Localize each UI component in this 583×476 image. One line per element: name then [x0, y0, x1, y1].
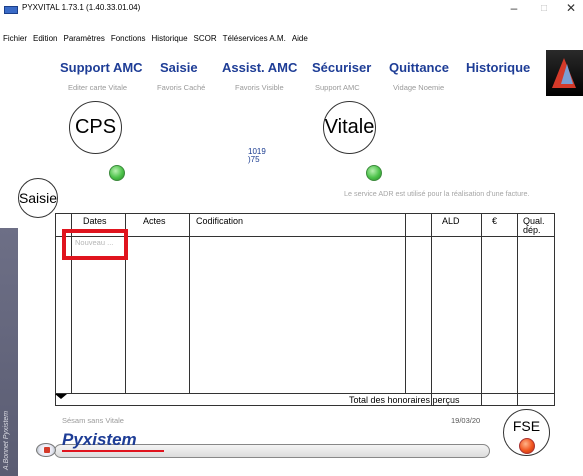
maximize-button[interactable]: □	[533, 3, 555, 14]
total-divider	[56, 393, 554, 394]
menu-fonctions[interactable]: Fonctions	[108, 34, 149, 48]
nav-quittance[interactable]: Quittance	[389, 60, 449, 75]
vitale-button[interactable]: Vitale	[323, 101, 376, 154]
menu-aide[interactable]: Aide	[289, 34, 311, 48]
menu-edition[interactable]: Edition	[30, 34, 60, 48]
nav-securiser[interactable]: Sécuriser	[312, 60, 371, 75]
cps-button[interactable]: CPS	[69, 101, 122, 154]
nav-assist-amc[interactable]: Assist. AMC	[222, 60, 297, 75]
sesam-status: Sésam sans Vitale	[62, 416, 124, 425]
title-bar: PYXVITAL 1.73.1 (1.40.33.01.04) – □ ✕	[0, 0, 583, 32]
header-codification[interactable]: Codification	[196, 217, 243, 226]
menu-bar: Fichier Edition Paramètres Fonctions His…	[0, 34, 311, 48]
current-date: 19/03/20	[451, 416, 481, 425]
menu-fichier[interactable]: Fichier	[0, 34, 30, 48]
col-divider	[517, 214, 518, 405]
brand-name: Pyxistem	[62, 430, 137, 449]
fse-button[interactable]: FSE	[503, 409, 550, 456]
vitale-status-led	[366, 165, 382, 181]
saisie-button[interactable]: Saisie	[18, 178, 58, 218]
window-title: PYXVITAL 1.73.1 (1.40.33.01.04)	[22, 3, 141, 12]
nav-saisie[interactable]: Saisie	[160, 60, 198, 75]
col-divider	[481, 214, 482, 405]
header-dates[interactable]: Dates	[83, 217, 107, 226]
header-ald[interactable]: ALD	[442, 217, 460, 226]
sub-favoris-cache[interactable]: Favoris Caché	[157, 83, 205, 92]
highlight-box	[62, 229, 128, 260]
nav-support-amc[interactable]: Support AMC	[60, 60, 143, 75]
menu-historique[interactable]: Historique	[149, 34, 191, 48]
menu-parametres[interactable]: Paramètres	[60, 34, 107, 48]
app-icon	[4, 6, 18, 14]
close-button[interactable]: ✕	[560, 1, 582, 15]
col-divider	[189, 214, 190, 393]
nav-historique[interactable]: Historique	[466, 60, 530, 75]
acts-table: Dates Actes Codification ALD € Qual. dép…	[55, 213, 555, 406]
sub-favoris-visible[interactable]: Favoris Visible	[235, 83, 284, 92]
table-header: Dates Actes Codification ALD € Qual. dép…	[56, 214, 554, 237]
col-divider	[431, 214, 432, 405]
toolbar: Support AMC Saisie Assist. AMC Sécuriser…	[0, 50, 583, 105]
header-euro[interactable]: €	[492, 217, 497, 226]
side-text: A.Bonnet Pyxistem	[3, 410, 10, 470]
practitioner-code: 1019 )75	[248, 148, 266, 164]
fse-label: FSE	[512, 418, 541, 434]
adr-message: Le service ADR est utilisé pour la réali…	[344, 189, 530, 198]
minimize-button[interactable]: –	[503, 1, 525, 15]
pyxistem-globe-icon	[36, 443, 56, 457]
sub-vidage-noemie[interactable]: Vidage Noemie	[393, 83, 444, 92]
sub-support-amc[interactable]: Support AMC	[315, 83, 360, 92]
pyxistem-logo	[546, 50, 583, 96]
header-qual-dep[interactable]: Qual. dép.	[523, 217, 553, 235]
sub-editer-carte-vitale[interactable]: Editer carte Vitale	[68, 83, 127, 92]
header-actes[interactable]: Actes	[143, 217, 166, 226]
menu-scor[interactable]: SCOR	[191, 34, 220, 48]
scroll-down-arrow[interactable]	[55, 394, 67, 399]
menu-teleservices[interactable]: Téléservices A.M.	[220, 34, 289, 48]
code-line-2: )75	[248, 155, 260, 164]
cps-status-led	[109, 165, 125, 181]
col-divider	[405, 214, 406, 393]
brand-underline	[62, 450, 164, 452]
fse-status-led	[519, 438, 535, 454]
total-label: Total des honoraires perçus	[349, 395, 460, 405]
